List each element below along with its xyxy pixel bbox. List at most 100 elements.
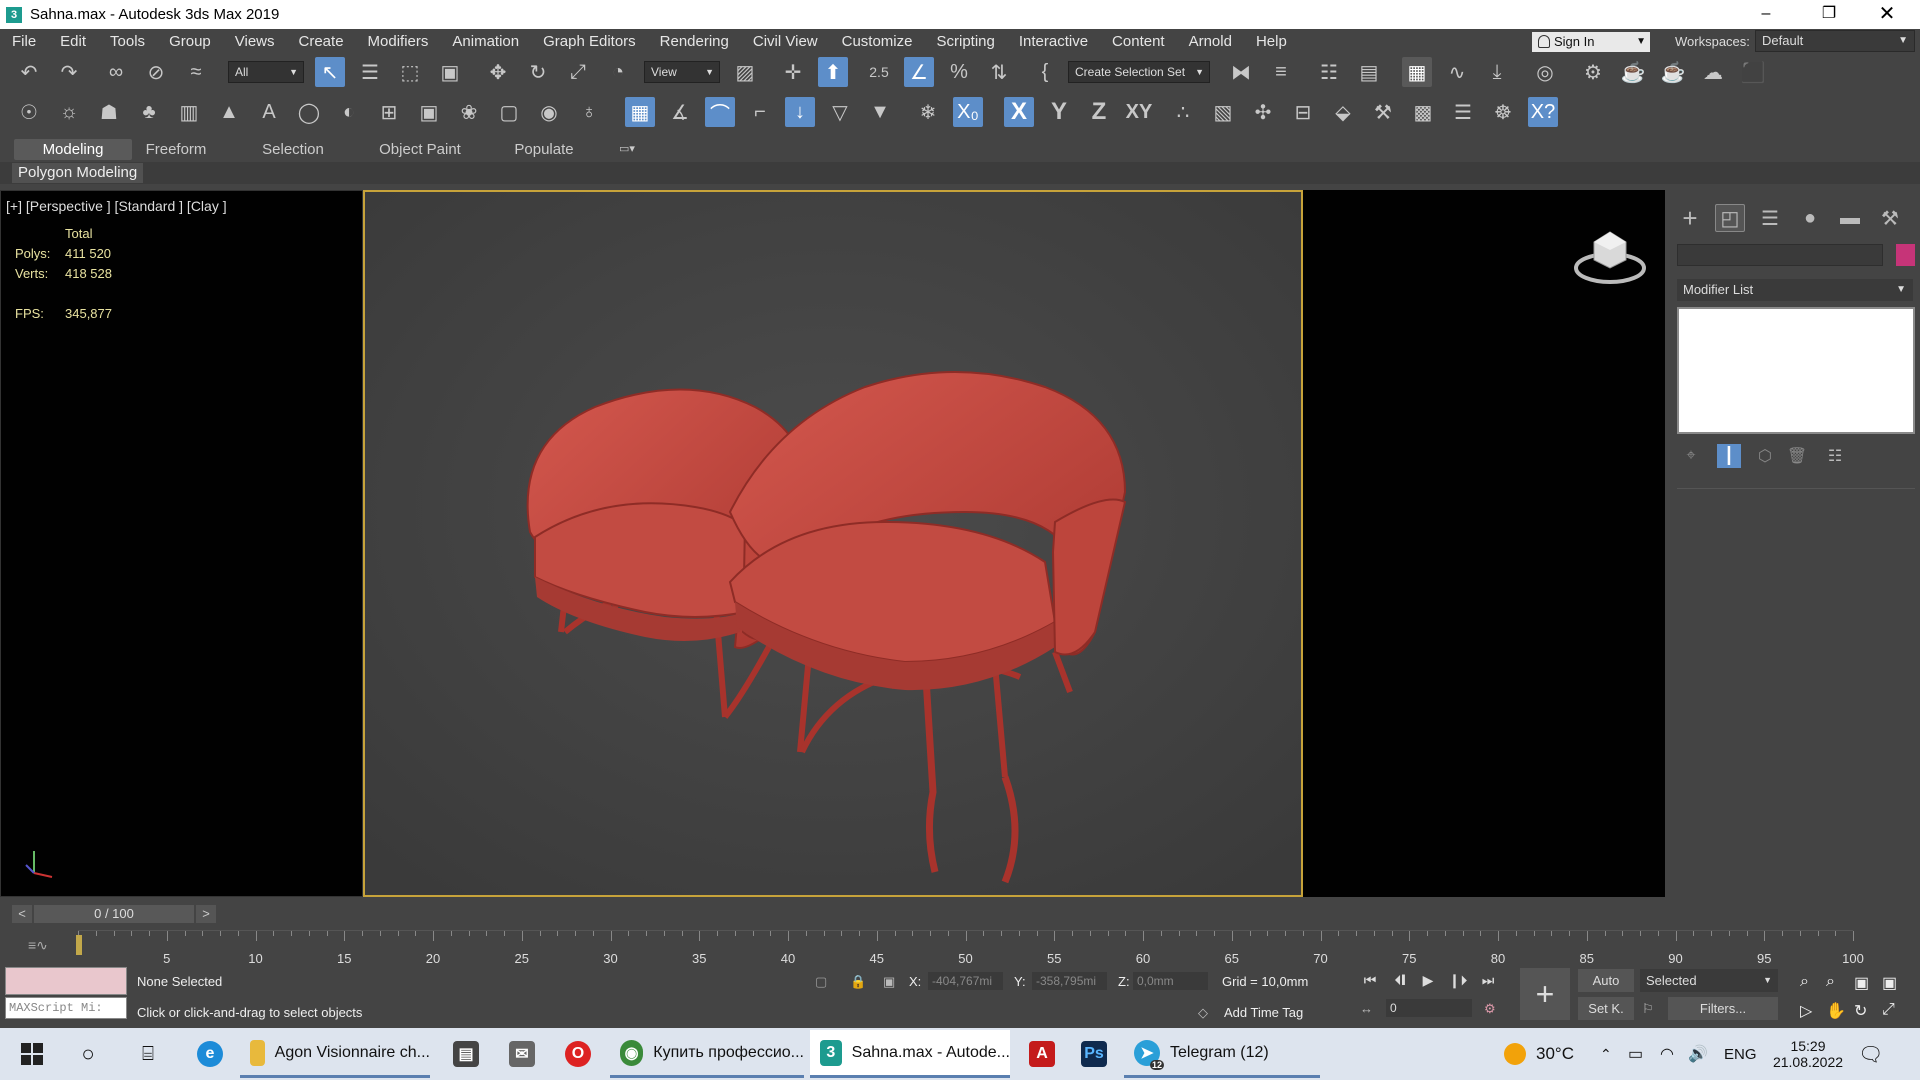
select-move-icon[interactable]: ✥ xyxy=(483,57,513,87)
time-configuration-icon[interactable]: ⚙ xyxy=(1484,1001,1496,1017)
window-crossing-icon[interactable]: ▣ xyxy=(435,57,465,87)
time-slider-value[interactable]: 0 / 100 xyxy=(34,905,194,923)
menu-help[interactable]: Help xyxy=(1244,29,1299,54)
y-coordinate-field[interactable]: -358,795mi xyxy=(1032,972,1107,990)
pin-stack-icon[interactable]: ⌖ xyxy=(1679,444,1703,468)
pivot-center-icon[interactable]: ▨ xyxy=(730,57,760,87)
maxscript-mini-input[interactable]: MAXScript Mi: xyxy=(5,997,127,1019)
filters-button[interactable]: Filters... xyxy=(1668,997,1778,1020)
menu-interactive[interactable]: Interactive xyxy=(1007,29,1100,54)
menu-customize[interactable]: Customize xyxy=(830,29,925,54)
tab-populate[interactable]: Populate xyxy=(504,139,584,160)
start-button[interactable] xyxy=(8,1030,56,1078)
taskbar-app-chrome[interactable]: ◉ Купить профессио... xyxy=(610,1030,804,1078)
minimize-icon[interactable]: – xyxy=(1743,0,1789,29)
menu-arnold[interactable]: Arnold xyxy=(1177,29,1244,54)
time-next-icon[interactable]: > xyxy=(196,905,216,923)
freeze-icon[interactable]: ❄ xyxy=(913,97,943,127)
eye-icon[interactable]: ◉ xyxy=(534,97,564,127)
edge-snap-icon[interactable]: ⌐ xyxy=(745,97,775,127)
scene-explorer-icon[interactable]: ☷ xyxy=(1314,57,1344,87)
named-selection-dropdown[interactable]: Create Selection Set ▼ xyxy=(1068,61,1210,83)
z-coordinate-field[interactable]: 0,0mm xyxy=(1133,972,1208,990)
light-icon[interactable]: ☉ xyxy=(14,97,44,127)
layer-icon[interactable]: ☰ xyxy=(1448,97,1478,127)
zoom-extents-icon[interactable]: ▣ xyxy=(1854,973,1869,993)
x-coordinate-field[interactable]: -404,767mi xyxy=(928,972,1003,990)
tab-modeling[interactable]: Modeling xyxy=(14,139,132,160)
menu-scripting[interactable]: Scripting xyxy=(924,29,1006,54)
notifications-icon[interactable]: 🗨 xyxy=(1858,1028,1883,1080)
book-icon[interactable]: ▥ xyxy=(174,97,204,127)
ribbon-options-icon[interactable]: ▭▾ xyxy=(612,139,642,160)
tab-selection[interactable]: Selection xyxy=(250,139,336,160)
render-setup-icon[interactable]: ⚙ xyxy=(1578,57,1608,87)
percent-snap-icon[interactable]: % xyxy=(944,57,974,87)
show-hidden-icons-icon[interactable]: ⌃ xyxy=(1600,1028,1612,1080)
clock[interactable]: 15:29 21.08.2022 xyxy=(1765,1028,1851,1080)
restore-icon[interactable]: ❐ xyxy=(1806,0,1852,29)
workspace-select[interactable]: Default ▼ xyxy=(1755,30,1915,52)
bulb-icon[interactable]: ♁ xyxy=(574,97,604,127)
time-playhead[interactable] xyxy=(76,935,82,955)
mirror-icon[interactable]: ⧓ xyxy=(1226,57,1256,87)
menu-content[interactable]: Content xyxy=(1100,29,1177,54)
make-unique-icon[interactable]: ⬡ xyxy=(1753,444,1777,468)
remove-modifier-icon[interactable]: 🗑 xyxy=(1785,444,1809,468)
taskbar-app-3dsmax[interactable]: 3 Sahna.max - Autode... xyxy=(810,1030,1010,1078)
menu-modifiers[interactable]: Modifiers xyxy=(356,29,441,54)
unlink-icon[interactable]: ⊘ xyxy=(141,57,171,87)
tree-icon[interactable]: ▲ xyxy=(214,97,244,127)
motion-tab-icon[interactable]: ● xyxy=(1795,204,1825,232)
mail-taskbar-icon[interactable]: ✉ xyxy=(496,1030,548,1078)
constrain-z-icon[interactable]: Z xyxy=(1084,97,1114,127)
next-frame-icon[interactable]: ❙⏵ xyxy=(1446,969,1470,991)
zoom-all-icon[interactable]: ⌕ xyxy=(1826,973,1835,991)
edge-taskbar-icon[interactable]: e xyxy=(184,1030,236,1078)
curve-editor-icon[interactable]: ∿ xyxy=(1442,57,1472,87)
search-icon[interactable]: ○ xyxy=(64,1030,112,1078)
box-icon[interactable]: ▢ xyxy=(494,97,524,127)
menu-views[interactable]: Views xyxy=(223,29,287,54)
menu-create[interactable]: Create xyxy=(287,29,356,54)
hierarchy-tab-icon[interactable]: ☰ xyxy=(1755,204,1785,232)
snaps-toggle-icon[interactable]: 2.5 xyxy=(864,57,894,87)
xref-icon[interactable]: X? xyxy=(1528,97,1558,127)
configure-modifier-sets-icon[interactable]: ☷ xyxy=(1823,444,1847,468)
task-view-icon[interactable]: ⌸ xyxy=(124,1030,172,1078)
rect-selection-region-icon[interactable]: ⬚ xyxy=(395,57,425,87)
zoom-extents-all-icon[interactable]: ▣ xyxy=(1882,973,1897,993)
volume-icon[interactable]: 🔊 xyxy=(1688,1028,1708,1080)
edit-named-selection-icon[interactable]: { xyxy=(1030,57,1060,87)
wifi-icon[interactable]: ◠ xyxy=(1660,1028,1674,1080)
track-bar[interactable]: ≡∿ 5 10 15 20 25 30 35 40 45 50 55 60 65 70 75 80 85 90 95… xyxy=(0,925,1920,966)
store-taskbar-icon[interactable]: ▤ xyxy=(440,1030,492,1078)
acrobat-taskbar-icon[interactable]: A xyxy=(1016,1030,1068,1078)
snapshot-icon[interactable]: ▧ xyxy=(1208,97,1238,127)
menu-civil-view[interactable]: Civil View xyxy=(741,29,830,54)
render-in-cloud-icon[interactable]: ☁ xyxy=(1698,57,1728,87)
viewport-label-menu[interactable]: [+] [Perspective ] [Standard ] [Clay ] xyxy=(6,198,227,214)
link-icon[interactable]: ∞ xyxy=(101,57,131,87)
select-vertex-icon[interactable]: ▽ xyxy=(825,97,855,127)
zoom-icon[interactable]: ⌕ xyxy=(1800,973,1809,991)
select-filter-icon[interactable]: ▼ xyxy=(865,97,895,127)
polygon-modeling-panel[interactable]: Polygon Modeling xyxy=(12,163,144,183)
go-to-end-icon[interactable]: ⏭ xyxy=(1476,969,1500,991)
select-by-name-icon[interactable]: ☰ xyxy=(355,57,385,87)
input-language[interactable]: ENG xyxy=(1724,1028,1757,1080)
menu-graph-editors[interactable]: Graph Editors xyxy=(531,29,648,54)
constrain-xy-icon[interactable]: XY xyxy=(1124,97,1154,127)
select-object-icon[interactable]: ↖ xyxy=(315,57,345,87)
foliage-icon[interactable]: ♣ xyxy=(134,97,164,127)
tab-object-paint[interactable]: Object Paint xyxy=(370,139,470,160)
pivot-snap-icon[interactable]: ∡ xyxy=(665,97,695,127)
add-time-tag-button[interactable]: Add Time Tag xyxy=(1224,1005,1303,1020)
menu-file[interactable]: File xyxy=(0,29,48,54)
photoshop-taskbar-icon[interactable]: Ps xyxy=(1068,1030,1120,1078)
isolate-selection-icon[interactable]: ▢ xyxy=(815,974,827,990)
spinner-snap-icon[interactable]: ⇅ xyxy=(984,57,1014,87)
taskbar-app-explorer[interactable]: Agon Visionnaire ch... xyxy=(240,1030,430,1078)
layer-explorer-icon[interactable]: ▤ xyxy=(1354,57,1384,87)
sun-icon[interactable]: ☼ xyxy=(54,97,84,127)
